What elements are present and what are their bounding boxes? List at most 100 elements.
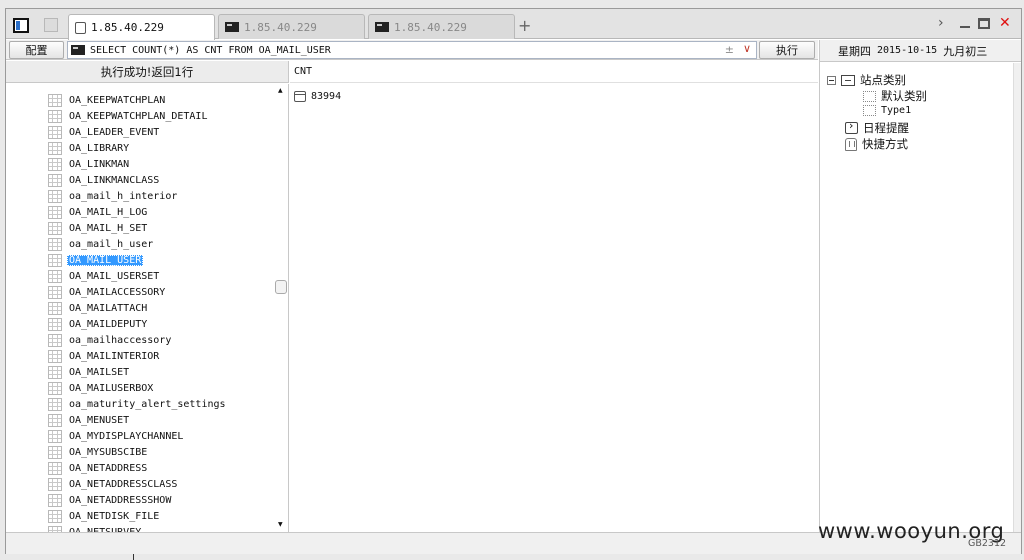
table-list-item[interactable]: OA_MYSUBSCIBE [48,444,149,460]
tab-3[interactable]: 1.85.40.229 [368,14,515,39]
terminal-icon [375,22,389,32]
table-icon [48,93,62,107]
reminder-icon [845,119,858,134]
next-tab-icon[interactable]: › [938,15,944,31]
execute-button[interactable]: 执行 [759,41,815,59]
table-list-item[interactable]: oa_mailhaccessory [48,332,173,348]
table-list-item[interactable]: OA_MYDISPLAYCHANNEL [48,428,185,444]
tree-site-category[interactable]: 站点类别 [827,72,906,88]
table-icon [48,413,62,427]
table-list-item[interactable]: OA_MAILUSERBOX [48,380,155,396]
right-sidebar: 星期四 2015-10-15 九月初三 站点类别 默认类别 Type1 日程提醒… [819,40,1021,532]
lunar-date: 九月初三 [943,44,988,58]
table-list-item[interactable]: OA_MAILINTERIOR [48,348,161,364]
table-list-item[interactable]: oa_mail_h_user [48,236,155,252]
table-icon [48,269,62,283]
minimize-icon[interactable] [960,26,970,28]
shortcut-icon [845,137,857,151]
sql-history-dropdown-icon[interactable]: ∨ [743,42,751,55]
table-icon [48,109,62,123]
tab-1[interactable]: 1.85.40.229 [68,14,215,40]
status-header: 执行成功!返回1行 [6,61,289,83]
tree-label: 快捷方式 [862,137,908,151]
table-list-item[interactable]: OA_MAIL_H_SET [48,220,149,236]
tree-type1[interactable]: Type1 [863,105,911,116]
table-list-item[interactable]: OA_LINKMANCLASS [48,172,161,188]
table-name: OA_LEADER_EVENT [69,126,160,138]
close-icon[interactable]: ✕ [999,15,1011,31]
result-grid: 83994 [290,84,818,532]
table-list-item[interactable]: OA_NETADDRESSCLASS [48,476,179,492]
table-icon [48,381,62,395]
date-display: 星期四 2015-10-15 九月初三 [820,40,1021,62]
table-name: OA_MAILATTACH [69,302,148,314]
tab-label: 1.85.40.229 [244,20,317,34]
encoding-label: GB2312 [968,538,1007,549]
table-name: OA_KEEPWATCHPLAN_DETAIL [69,110,208,122]
table-name: OA_MYDISPLAYCHANNEL [69,430,184,442]
table-name: OA_MAILDEPUTY [69,318,148,330]
config-button[interactable]: 配置 [9,41,64,59]
tree-shortcuts[interactable]: 快捷方式 [845,136,908,152]
table-name: OA_NETDISK_FILE [69,510,160,522]
table-list-item[interactable]: OA_LINKMAN [48,156,131,172]
table-name: OA_MAIL_H_SET [69,222,148,234]
table-icon [48,125,62,139]
scroll-up-icon[interactable]: ▲ [278,87,283,94]
terminal-icon [225,22,239,32]
sql-input[interactable]: SELECT COUNT(*) AS CNT FROM OA_MAIL_USER… [67,41,757,59]
table-list-item[interactable]: OA_MAILACCESSORY [48,284,167,300]
row-icon [294,91,306,102]
table-list-item[interactable]: OA_MAIL_H_LOG [48,204,149,220]
table-list[interactable]: ▲ ▼ OA_KEEPWATCHPLAN OA_KEEPWATCHPLAN_DET… [6,84,289,532]
table-name: OA_MAILSET [69,366,130,378]
table-icon [48,301,62,315]
table-list-item[interactable]: OA_KEEPWATCHPLAN [48,92,167,108]
tab-label: 1.85.40.229 [394,20,467,34]
tab-list-button[interactable] [40,15,62,35]
folder-icon [863,105,876,116]
table-list-item[interactable]: OA_LIBRARY [48,140,131,156]
sidebar-scrollbar[interactable] [1013,63,1021,532]
table-icon [48,445,62,459]
table-list-item[interactable]: OA_MAILDEPUTY [48,316,149,332]
date: 2015-10-15 [877,45,938,56]
maximize-icon[interactable] [978,18,990,29]
sql-plus-minus-icon[interactable]: ± [725,43,734,56]
table-list-item[interactable]: OA_NETADDRESS [48,460,149,476]
scroll-down-icon[interactable]: ▼ [278,521,283,528]
table-list-item[interactable]: oa_mail_h_interior [48,188,179,204]
table-icon [48,173,62,187]
tab-2[interactable]: 1.85.40.229 [218,14,365,39]
table-name: OA_MAIL_H_LOG [69,206,148,218]
table-name: OA_NETADDRESS [69,462,148,474]
table-list-item[interactable]: OA_MAIL_USER [48,252,144,268]
table-list-item[interactable]: oa_maturity_alert_settings [48,396,228,412]
query-toolbar: 配置 SELECT COUNT(*) AS CNT FROM OA_MAIL_U… [6,40,818,60]
tree-default-category[interactable]: 默认类别 [863,88,927,104]
scrollbar-thumb[interactable] [275,280,287,294]
table-icon [48,285,62,299]
result-row[interactable]: 83994 [294,91,341,102]
table-list-item[interactable]: OA_LEADER_EVENT [48,124,161,140]
table-list-item[interactable]: OA_MAILATTACH [48,300,149,316]
table-list-item[interactable]: OA_MAILSET [48,364,131,380]
collapse-icon[interactable] [827,75,836,85]
tab-bar: 1.85.40.229 1.85.40.229 1.85.40.229 + › … [6,9,1021,40]
terminal-icon [71,45,85,55]
table-list-item[interactable]: OA_NETDISK_FILE [48,508,161,524]
table-list-item[interactable]: OA_KEEPWATCHPLAN_DETAIL [48,108,209,124]
panel-toggle-button[interactable] [10,15,32,35]
table-icon [48,333,62,347]
table-icon [48,205,62,219]
table-list-item[interactable]: OA_NETSURVEY [48,524,143,532]
table-list-item[interactable]: OA_MAIL_USERSET [48,268,161,284]
table-list-item[interactable]: OA_MENUSET [48,412,131,428]
column-name: CNT [294,66,313,77]
table-name: OA_MENUSET [69,414,130,426]
table-icon [48,397,62,411]
table-list-item[interactable]: OA_NETADDRESSSHOW [48,492,173,508]
add-tab-button[interactable]: + [518,16,531,35]
table-name: OA_LIBRARY [69,142,130,154]
tree-schedule[interactable]: 日程提醒 [845,119,909,136]
